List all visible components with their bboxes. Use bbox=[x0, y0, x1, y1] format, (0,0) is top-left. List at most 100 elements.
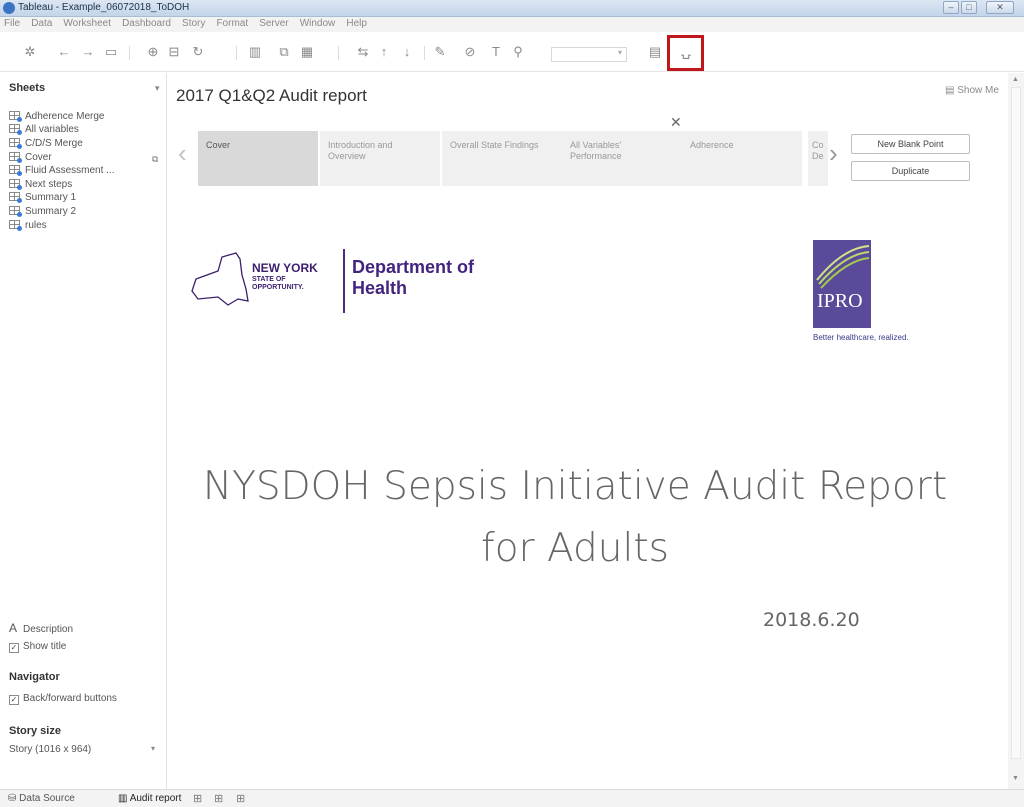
new-worksheet-icon[interactable]: ▥ bbox=[247, 44, 263, 60]
back-arrow-icon[interactable]: ← bbox=[56, 44, 72, 60]
story-size-dropdown[interactable]: Story (1016 x 964) ▾ bbox=[9, 744, 159, 758]
worksheet-icon bbox=[9, 111, 22, 122]
sheets-heading: Sheets bbox=[9, 82, 46, 94]
menu-bar: File Data Worksheet Dashboard Story Form… bbox=[0, 17, 1024, 32]
sheet-item[interactable]: Cover bbox=[9, 151, 52, 163]
forward-arrow-icon[interactable]: → bbox=[80, 44, 96, 60]
worksheet-icon bbox=[9, 179, 22, 190]
sheet-item[interactable]: rules bbox=[9, 219, 47, 231]
fit-dropdown[interactable] bbox=[551, 47, 627, 62]
show-me-button[interactable]: ▤ Show Me bbox=[945, 85, 999, 96]
worksheet-icon bbox=[9, 138, 22, 149]
menu-worksheet[interactable]: Worksheet bbox=[59, 17, 115, 30]
database-icon: ⛁ bbox=[8, 793, 17, 804]
description-item[interactable]: A Description bbox=[9, 621, 73, 635]
department-of-health-label: Department of Health bbox=[352, 257, 475, 298]
sheet-tab-bar: ⛁ Data Source ▥ Audit report ⊞ ⊞ ⊞ bbox=[0, 789, 1024, 807]
menu-dashboard[interactable]: Dashboard bbox=[118, 17, 175, 30]
pause-updates-icon[interactable]: ⊟ bbox=[166, 44, 182, 60]
refresh-icon[interactable]: ↻ bbox=[190, 44, 206, 60]
worksheet-icon bbox=[9, 220, 22, 231]
nys-logo-tagline: STATE OF OPPORTUNITY. bbox=[252, 276, 304, 291]
sort-ascending-icon[interactable]: ↑ bbox=[376, 44, 392, 60]
minimize-button[interactable]: – bbox=[943, 1, 959, 14]
checkbox-checked-icon: ✓ bbox=[9, 695, 19, 705]
go-to-sheet-icon[interactable]: ⧉ bbox=[152, 154, 158, 165]
scroll-down-icon[interactable]: ▼ bbox=[1012, 775, 1019, 782]
show-title-checkbox[interactable]: ✓ Show title bbox=[9, 641, 66, 653]
tableau-logo-icon[interactable]: ✲ bbox=[22, 44, 38, 60]
labels-icon[interactable]: T bbox=[488, 44, 504, 60]
highlight-icon[interactable]: ✎ bbox=[432, 44, 448, 60]
window-title: Tableau - Example_06072018_ToDOH bbox=[18, 2, 190, 13]
story-point-variables[interactable]: All Variables' Performance bbox=[562, 131, 682, 186]
save-icon[interactable]: ▭ bbox=[103, 44, 119, 60]
close-icon[interactable]: ✕ bbox=[670, 114, 682, 131]
logo-divider bbox=[343, 249, 345, 313]
story-point-adherence[interactable]: Adherence bbox=[682, 131, 802, 186]
menu-format[interactable]: Format bbox=[212, 17, 252, 30]
sheet-item[interactable]: Next steps bbox=[9, 178, 72, 190]
story-point-cover[interactable]: Cover bbox=[198, 131, 318, 186]
duplicate-button[interactable]: Duplicate bbox=[851, 161, 970, 181]
worksheet-icon bbox=[9, 165, 22, 176]
new-blank-point-button[interactable]: New Blank Point bbox=[851, 134, 970, 154]
tab-data-source[interactable]: ⛁ Data Source bbox=[8, 793, 75, 804]
sheet-item[interactable]: Fluid Assessment ... bbox=[9, 164, 114, 176]
story-point-introduction[interactable]: Introduction and Overview bbox=[320, 131, 440, 186]
new-story-tab-icon[interactable]: ⊞ bbox=[236, 792, 245, 805]
worksheet-icon bbox=[9, 206, 22, 217]
sort-descending-icon[interactable]: ↓ bbox=[399, 44, 415, 60]
story-title[interactable]: 2017 Q1&Q2 Audit report bbox=[176, 86, 367, 106]
story-size-heading: Story size bbox=[9, 725, 61, 737]
nys-logo-name: NEW YORK bbox=[252, 261, 318, 275]
checkbox-checked-icon: ✓ bbox=[9, 643, 19, 653]
sheet-item[interactable]: All variables bbox=[9, 123, 79, 135]
worksheet-icon bbox=[9, 152, 22, 163]
new-dashboard-tab-icon[interactable]: ⊞ bbox=[214, 792, 223, 805]
story-point-partial[interactable]: Co De bbox=[808, 131, 828, 186]
navigator-heading: Navigator bbox=[9, 671, 60, 683]
window-title-bar: Tableau - Example_06072018_ToDOH – □ ✕ bbox=[0, 0, 1024, 17]
group-icon[interactable]: ⊘ bbox=[462, 44, 478, 60]
story-next-arrow-icon[interactable]: › bbox=[829, 138, 838, 169]
show-me-label: Show Me bbox=[957, 85, 999, 96]
story-prev-arrow-icon[interactable]: ‹ bbox=[178, 138, 187, 169]
sheet-item[interactable]: Summary 1 bbox=[9, 191, 76, 203]
ipro-logo-text: IPRO bbox=[817, 290, 863, 312]
worksheet-icon bbox=[9, 192, 22, 203]
chevron-down-icon: ▾ bbox=[150, 744, 155, 753]
sheet-item[interactable]: Adherence Merge bbox=[9, 110, 105, 122]
worksheet-icon bbox=[9, 124, 22, 135]
tab-audit-report[interactable]: ▥ Audit report bbox=[118, 793, 181, 804]
show-cards-icon[interactable]: ▤ bbox=[647, 44, 663, 60]
menu-data[interactable]: Data bbox=[27, 17, 56, 30]
sheet-item[interactable]: Summary 2 bbox=[9, 205, 76, 217]
new-worksheet-tab-icon[interactable]: ⊞ bbox=[193, 792, 202, 805]
fix-axes-icon[interactable]: ⚲ bbox=[510, 44, 526, 60]
scrollbar-thumb[interactable] bbox=[1011, 87, 1021, 759]
swap-icon[interactable]: ⇆ bbox=[355, 44, 371, 60]
clear-sheet-icon[interactable]: ▦ bbox=[299, 44, 315, 60]
back-forward-checkbox[interactable]: ✓ Back/forward buttons bbox=[9, 693, 117, 705]
menu-help[interactable]: Help bbox=[342, 17, 371, 30]
menu-server[interactable]: Server bbox=[255, 17, 292, 30]
menu-story[interactable]: Story bbox=[178, 17, 209, 30]
story-point-state-findings[interactable]: Overall State Findings bbox=[442, 131, 562, 186]
close-window-button[interactable]: ✕ bbox=[986, 1, 1014, 14]
ny-state-outline-icon bbox=[191, 252, 249, 306]
maximize-button[interactable]: □ bbox=[961, 1, 977, 14]
pane-menu-icon[interactable]: ▾ bbox=[155, 83, 160, 94]
story-icon: ▥ bbox=[118, 793, 128, 804]
ipro-tagline: Better healthcare, realized. bbox=[813, 333, 909, 342]
new-data-source-icon[interactable]: ⊕ bbox=[145, 44, 161, 60]
sheets-pane: Sheets ▾ Adherence Merge All variables C… bbox=[0, 73, 167, 789]
sheet-item[interactable]: C/D/S Merge bbox=[9, 137, 83, 149]
vertical-scrollbar[interactable]: ▲ ▼ bbox=[1008, 73, 1024, 789]
menu-file[interactable]: File bbox=[0, 17, 24, 30]
scroll-up-icon[interactable]: ▲ bbox=[1012, 76, 1019, 83]
duplicate-sheet-icon[interactable]: ⧉ bbox=[276, 44, 292, 60]
ipro-swoosh-icon bbox=[816, 245, 870, 289]
menu-window[interactable]: Window bbox=[296, 17, 340, 30]
presentation-mode-highlight bbox=[667, 35, 704, 71]
